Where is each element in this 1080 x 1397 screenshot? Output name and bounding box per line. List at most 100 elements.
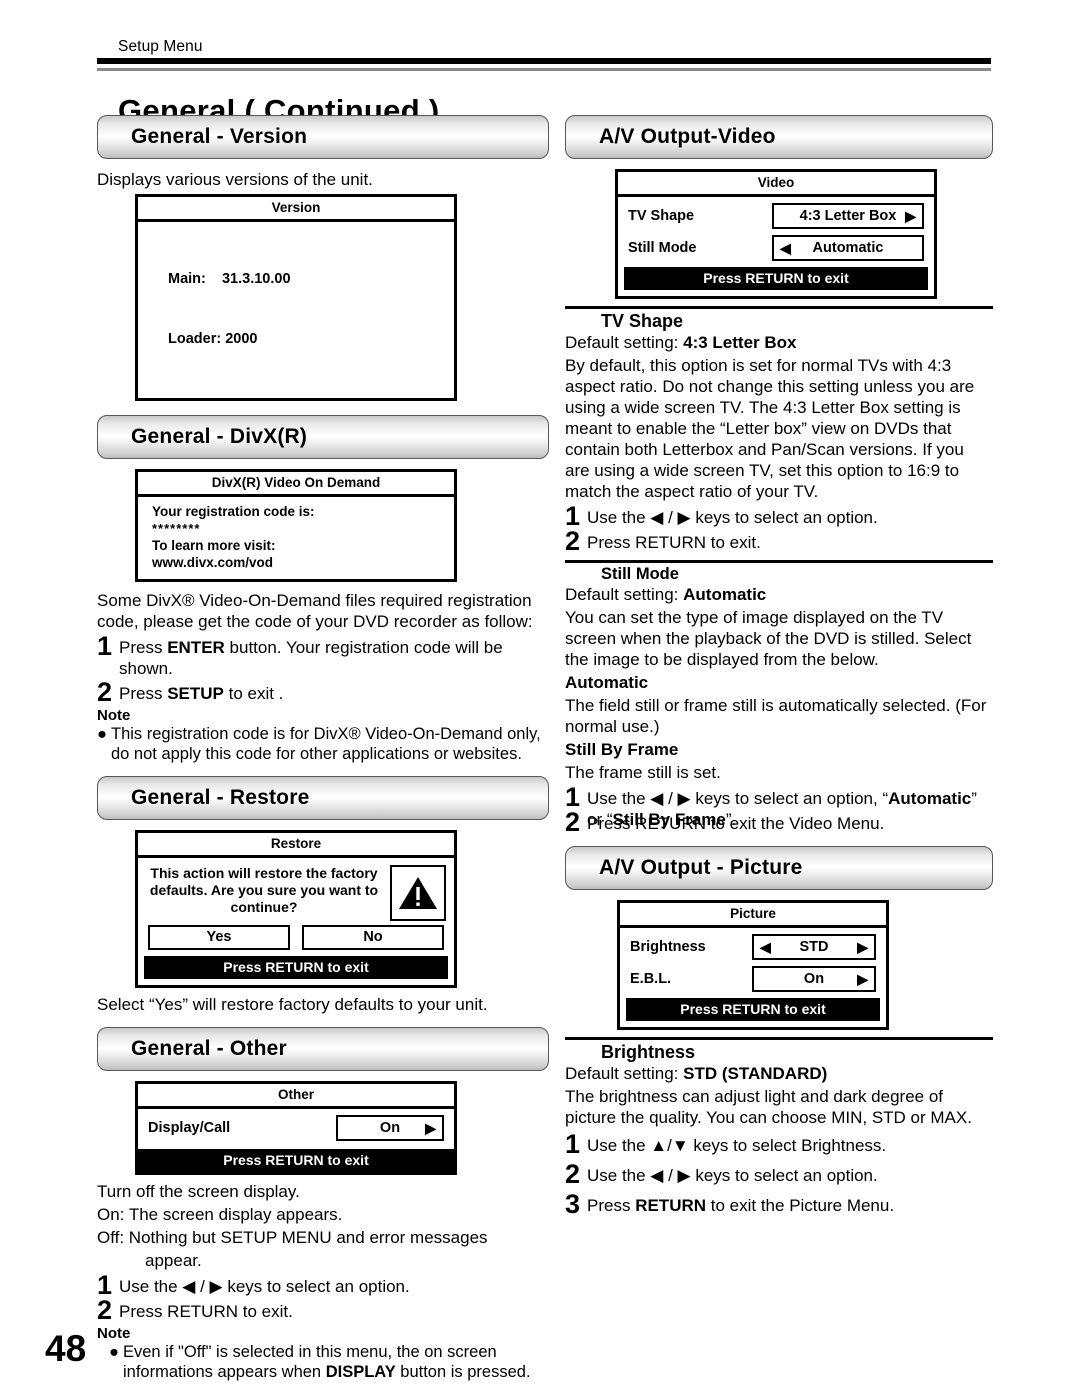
arrow-right-icon[interactable]: ▶ bbox=[425, 1121, 436, 1135]
brightness-step-2: 2 Use the ◀ / ▶ keys to select an option… bbox=[565, 1161, 993, 1188]
version-intro-text: Displays various versions of the unit. bbox=[97, 170, 373, 189]
osd-title: DivX(R) Video On Demand bbox=[138, 472, 454, 497]
osd-title: Version bbox=[138, 197, 454, 222]
header-rule-thick bbox=[97, 58, 991, 64]
arrow-right-icon[interactable]: ▶ bbox=[857, 972, 868, 986]
divx-reg-code-value: ******** bbox=[152, 521, 201, 536]
osd-footer: Press RETURN to exit bbox=[144, 956, 448, 979]
step-text: Use the ◀ / ▶ keys to select an option. bbox=[587, 508, 878, 527]
step-number: 1 bbox=[565, 782, 581, 812]
video-tv-shape-label: TV Shape bbox=[628, 208, 695, 224]
divx-step-1: 1 Press ENTER button. Your registration … bbox=[97, 631, 549, 679]
tv-shape-default: Default setting: 4:3 Letter Box bbox=[565, 333, 797, 352]
picture-brightness-value[interactable]: ◀ STD ▶ bbox=[752, 934, 876, 960]
banner-label: General - DivX(R) bbox=[131, 425, 308, 448]
still-mode-option-frame-heading: Still By Frame bbox=[565, 740, 679, 759]
section-banner-av-output-picture: A/V Output - Picture bbox=[565, 846, 993, 890]
note-item: ● This registration code is for DivX® Vi… bbox=[97, 724, 549, 764]
brightness-step-3: 3 Press RETURN to exit the Picture Menu. bbox=[565, 1189, 993, 1219]
warning-triangle-icon bbox=[390, 865, 446, 921]
restore-yes-button[interactable]: Yes bbox=[148, 925, 290, 950]
subheading-brightness: Brightness bbox=[601, 1042, 696, 1062]
version-loader-line: Loader: 2000 bbox=[168, 331, 258, 347]
step-text: Press RETURN to exit the Picture Menu. bbox=[587, 1196, 895, 1215]
note-text: Even if "Off" is selected in this menu, … bbox=[123, 1343, 531, 1381]
step-number: 2 bbox=[97, 677, 113, 707]
bullet-icon: ● bbox=[109, 1343, 119, 1361]
banner-label: General - Other bbox=[131, 1037, 287, 1060]
step-number: 1 bbox=[97, 1270, 113, 1300]
osd-title: Other bbox=[138, 1084, 454, 1109]
other-line-1: Turn off the screen display. bbox=[97, 1182, 300, 1201]
section-banner-general-restore: General - Restore bbox=[97, 776, 549, 820]
divx-paragraph: Some DivX® Video-On-Demand files require… bbox=[97, 591, 533, 631]
arrow-right-icon[interactable]: ▶ bbox=[857, 940, 868, 954]
value-text: On bbox=[803, 971, 825, 987]
step-text: Press RETURN to exit the Video Menu. bbox=[587, 814, 885, 833]
osd-restore-dialog: Restore This action will restore the fac… bbox=[135, 830, 457, 988]
bullet-icon: ● bbox=[97, 725, 107, 743]
restore-no-button[interactable]: No bbox=[302, 925, 444, 950]
step-text: Use the ◀ / ▶ keys to select an option. bbox=[119, 1277, 410, 1296]
step-text: Press RETURN to exit. bbox=[119, 1302, 293, 1321]
step-text: Press RETURN to exit. bbox=[587, 533, 761, 552]
osd-footer: Press RETURN to exit bbox=[624, 267, 928, 290]
subheading-tv-shape: TV Shape bbox=[601, 311, 684, 331]
value-text: Automatic bbox=[812, 240, 884, 256]
still-mode-option-automatic-text: The field still or frame still is automa… bbox=[565, 696, 987, 736]
other-display-call-value[interactable]: On ▶ bbox=[336, 1115, 444, 1141]
other-step-2: 2 Press RETURN to exit. bbox=[97, 1295, 549, 1325]
subheading-still-mode: Still Mode bbox=[601, 565, 679, 583]
arrow-left-icon[interactable]: ◀ bbox=[760, 940, 771, 954]
page-number: 48 bbox=[45, 1328, 87, 1369]
note-heading: Note bbox=[97, 707, 131, 724]
brightness-paragraph: The brightness can adjust light and dark… bbox=[565, 1087, 972, 1127]
right-column: A/V Output-Video Video TV Shape 4:3 Lett… bbox=[565, 115, 993, 1219]
arrow-right-icon[interactable]: ▶ bbox=[905, 209, 916, 223]
picture-ebl-label: E.B.L. bbox=[630, 971, 672, 987]
banner-label: General - Version bbox=[131, 125, 308, 148]
step-number: 3 bbox=[565, 1189, 581, 1219]
step-number: 1 bbox=[565, 1129, 581, 1159]
section-banner-av-output-video: A/V Output-Video bbox=[565, 115, 993, 159]
section-banner-general-version: General - Version bbox=[97, 115, 549, 159]
osd-other-dialog: Other Display/Call On ▶ Press RETURN to … bbox=[135, 1081, 457, 1175]
divx-reg-code-label: Your registration code is: bbox=[152, 504, 315, 519]
osd-title: Video bbox=[618, 172, 934, 197]
value-text: On bbox=[379, 1120, 401, 1136]
osd-title: Restore bbox=[138, 833, 454, 858]
banner-label: A/V Output - Picture bbox=[599, 856, 803, 879]
note-text: This registration code is for DivX® Vide… bbox=[111, 725, 541, 763]
step-number: 1 bbox=[97, 631, 113, 661]
other-display-call-label: Display/Call bbox=[148, 1120, 231, 1136]
step-text: Press ENTER button. Your registration co… bbox=[119, 638, 503, 678]
brightness-step-1: 1 Use the ▲/▼ keys to select Brightness. bbox=[565, 1129, 993, 1159]
video-still-mode-value[interactable]: ◀ Automatic bbox=[772, 235, 924, 261]
osd-picture-dialog: Picture Brightness ◀ STD ▶ E.B.L. On ▶ P… bbox=[617, 900, 889, 1030]
tv-shape-step-2: 2 Press RETURN to exit. bbox=[565, 528, 993, 555]
left-column: General - Version Displays various versi… bbox=[97, 115, 549, 1382]
section-divider bbox=[565, 1037, 993, 1040]
step-number: 2 bbox=[97, 1295, 113, 1325]
picture-brightness-label: Brightness bbox=[630, 939, 706, 955]
osd-title: Picture bbox=[620, 903, 886, 928]
arrow-left-icon[interactable]: ◀ bbox=[780, 241, 791, 255]
step-text: Press SETUP to exit . bbox=[119, 684, 284, 703]
still-mode-default: Default setting: Automatic bbox=[565, 585, 767, 604]
restore-caption: Select “Yes” will restore factory defaul… bbox=[97, 995, 488, 1014]
divx-learn-more-label: To learn more visit: bbox=[152, 538, 276, 553]
section-divider bbox=[565, 560, 993, 563]
divx-step-2: 2 Press SETUP to exit . bbox=[97, 677, 549, 707]
still-mode-paragraph: You can set the type of image displayed … bbox=[565, 608, 972, 669]
value-text: 4:3 Letter Box bbox=[799, 208, 897, 224]
video-tv-shape-value[interactable]: 4:3 Letter Box ▶ bbox=[772, 203, 924, 229]
header-rule-thin bbox=[97, 68, 991, 71]
tv-shape-step-1: 1 Use the ◀ / ▶ keys to select an option… bbox=[565, 503, 993, 530]
step-number: 2 bbox=[565, 807, 581, 837]
osd-footer: Press RETURN to exit bbox=[626, 998, 880, 1021]
picture-ebl-value[interactable]: On ▶ bbox=[752, 966, 876, 992]
section-banner-general-other: General - Other bbox=[97, 1027, 549, 1071]
banner-label: A/V Output-Video bbox=[599, 125, 776, 148]
restore-message: This action will restore the factory def… bbox=[149, 865, 379, 915]
video-still-mode-label: Still Mode bbox=[628, 240, 697, 256]
